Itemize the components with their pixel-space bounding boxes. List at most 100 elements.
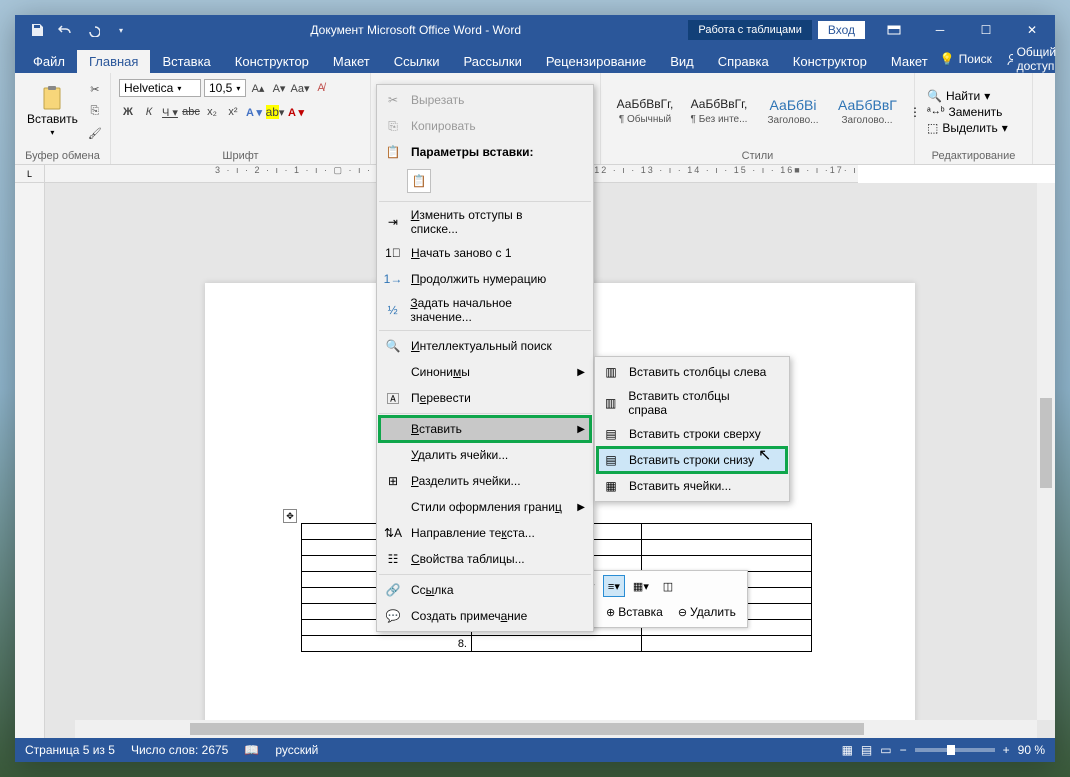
change-case-icon[interactable]: Aa▾ — [291, 79, 309, 97]
ruler-vertical[interactable] — [15, 183, 45, 738]
table-move-handle[interactable]: ✥ — [283, 509, 297, 523]
undo-icon[interactable] — [55, 20, 75, 40]
ctx-new-comment[interactable]: 💬Создать примечание — [379, 603, 591, 629]
tab-конструктор[interactable]: Конструктор — [223, 50, 321, 73]
scrollbar-vertical[interactable] — [1037, 183, 1055, 720]
ctx-restart-at-1[interactable]: 1⃣Начать заново с 1 — [379, 240, 591, 266]
strike-button[interactable]: abc — [182, 103, 200, 121]
tab-вид[interactable]: Вид — [658, 50, 706, 73]
ctx-text-direction[interactable]: ⇅AНаправление текста... — [379, 520, 591, 546]
tab-файл[interactable]: Файл — [21, 50, 77, 73]
italic-button[interactable]: К — [140, 103, 158, 121]
mini-insert-button[interactable]: ⊕Вставка — [601, 601, 668, 623]
ctx-insert[interactable]: Вставить▶ — [379, 416, 591, 442]
format-painter-icon[interactable]: 🖌 — [86, 125, 104, 143]
tab-конструктор[interactable]: Конструктор — [781, 50, 879, 73]
sub-insert-cols-left[interactable]: ▥Вставить столбцы слева — [597, 359, 787, 385]
tab-макет[interactable]: Макет — [879, 50, 940, 73]
font-color-icon[interactable]: A ▾ — [287, 103, 305, 121]
ctx-border-styles[interactable]: Стили оформления границ▶ — [379, 494, 591, 520]
table-cell[interactable] — [642, 636, 812, 652]
close-button[interactable]: ✕ — [1009, 15, 1055, 45]
save-icon[interactable] — [27, 20, 47, 40]
ctx-continue-numbering[interactable]: 1→Продолжить нумерацию — [379, 266, 591, 292]
zoom-level[interactable]: 90 % — [1018, 743, 1045, 757]
ribbon-display-icon[interactable] — [871, 15, 917, 45]
tab-справка[interactable]: Справка — [706, 50, 781, 73]
qat-dropdown-icon[interactable]: ▾ — [111, 20, 131, 40]
table-cell[interactable] — [472, 636, 642, 652]
cursor-icon: ↖ — [758, 445, 771, 465]
shrink-font-icon[interactable]: A▾ — [270, 79, 288, 97]
select-button[interactable]: ⬚ Выделить ▾ — [927, 121, 1008, 135]
status-page[interactable]: Страница 5 из 5 — [25, 743, 115, 757]
status-word-count[interactable]: Число слов: 2675 — [131, 743, 228, 757]
zoom-in-button[interactable]: + — [1003, 743, 1010, 757]
sub-insert-rows-above[interactable]: ▤Вставить строки сверху — [597, 421, 787, 447]
table-cell[interactable] — [642, 540, 812, 556]
group-label-clipboard: Буфер обмена — [23, 148, 102, 164]
paste-button[interactable]: Вставить▾ — [23, 84, 82, 139]
status-language[interactable]: русский — [275, 743, 318, 757]
copy-icon[interactable]: ⎘ — [86, 103, 104, 121]
font-name-combo[interactable]: Helvetica▾ — [119, 79, 201, 97]
view-web-icon[interactable]: ▭ — [880, 743, 891, 757]
style-item[interactable]: АаБбВвГЗаголово... — [831, 91, 903, 132]
redo-icon[interactable] — [83, 20, 103, 40]
clear-format-icon[interactable]: A̸ — [312, 79, 330, 97]
subscript-button[interactable]: x₂ — [203, 103, 221, 121]
share-button[interactable]: Общий доступ — [1006, 45, 1062, 73]
minimize-button[interactable]: ─ — [917, 15, 963, 45]
ctx-synonyms[interactable]: Синонимы▶ — [379, 359, 591, 385]
mini-table-icon[interactable]: ▦▾ — [630, 575, 652, 597]
zoom-slider[interactable] — [915, 748, 995, 752]
view-read-icon[interactable]: ▦ — [842, 743, 853, 757]
title-bar: ▾ Документ Microsoft Office Word - Word … — [15, 15, 1055, 45]
view-print-icon[interactable]: ▤ — [861, 743, 872, 757]
superscript-button[interactable]: x² — [224, 103, 242, 121]
cut-icon[interactable]: ✂ — [86, 81, 104, 99]
ctx-split-cells[interactable]: ⊞Разделить ячейки... — [379, 468, 591, 494]
ctx-smart-lookup[interactable]: 🔍Интеллектуальный поиск — [379, 333, 591, 359]
tell-me-search[interactable]: 💡 Поиск — [940, 52, 992, 66]
underline-button[interactable]: Ч ▾ — [161, 103, 179, 121]
text-effects-icon[interactable]: A ▾ — [245, 103, 263, 121]
group-label-font: Шрифт — [119, 148, 362, 164]
ctx-table-properties[interactable]: ☷Свойства таблицы... — [379, 546, 591, 572]
mini-numbering[interactable]: ≡▾ — [603, 575, 625, 597]
bold-button[interactable]: Ж — [119, 103, 137, 121]
maximize-button[interactable]: ☐ — [963, 15, 1009, 45]
ctx-adjust-indents[interactable]: ⇥Изменить отступы в списке... — [379, 204, 591, 240]
sub-insert-cols-right[interactable]: ▥Вставить столбцы справа — [597, 385, 787, 421]
zoom-out-button[interactable]: − — [900, 743, 907, 757]
replace-button[interactable]: ᵃ↔ᵇ Заменить — [927, 105, 1008, 119]
ctx-cut[interactable]: ✂Вырезать — [379, 87, 591, 113]
highlight-icon[interactable]: ab▾ — [266, 103, 284, 121]
ctx-link[interactable]: 🔗Ссылка — [379, 577, 591, 603]
ctx-copy[interactable]: ⎘Копировать — [379, 113, 591, 139]
spellcheck-icon[interactable]: 📖 — [244, 743, 259, 757]
table-cell[interactable] — [642, 524, 812, 540]
ctx-translate[interactable]: 🄰Перевести — [379, 385, 591, 411]
style-item[interactable]: АаБбВвГг,¶ Обычный — [609, 92, 681, 131]
sub-insert-cells[interactable]: ▦Вставить ячейки... — [597, 473, 787, 499]
tab-рассылки[interactable]: Рассылки — [451, 50, 533, 73]
tab-главная[interactable]: Главная — [77, 50, 150, 73]
table-cell[interactable]: 8. — [302, 636, 472, 652]
mini-delete-button[interactable]: ⊖Удалить — [673, 601, 741, 623]
ctx-delete-cells[interactable]: Удалить ячейки... — [379, 442, 591, 468]
scrollbar-horizontal[interactable] — [75, 720, 1037, 738]
signin-button[interactable]: Вход — [818, 21, 865, 39]
ctx-set-value[interactable]: ½Задать начальное значение... — [379, 292, 591, 328]
find-button[interactable]: 🔍 Найти ▾ — [927, 89, 1008, 103]
font-size-combo[interactable]: 10,5▾ — [204, 79, 246, 97]
grow-font-icon[interactable]: A▴ — [249, 79, 267, 97]
tab-вставка[interactable]: Вставка — [150, 50, 222, 73]
paste-option-1[interactable]: 📋 — [407, 169, 431, 193]
tab-ссылки[interactable]: Ссылки — [382, 50, 452, 73]
style-item[interactable]: АаБбВвГг,¶ Без инте... — [683, 92, 755, 131]
tab-рецензирование[interactable]: Рецензирование — [534, 50, 658, 73]
tab-макет[interactable]: Макет — [321, 50, 382, 73]
mini-eraser-icon[interactable]: ◫ — [657, 575, 679, 597]
style-item[interactable]: АаБбВіЗаголово... — [757, 91, 829, 132]
